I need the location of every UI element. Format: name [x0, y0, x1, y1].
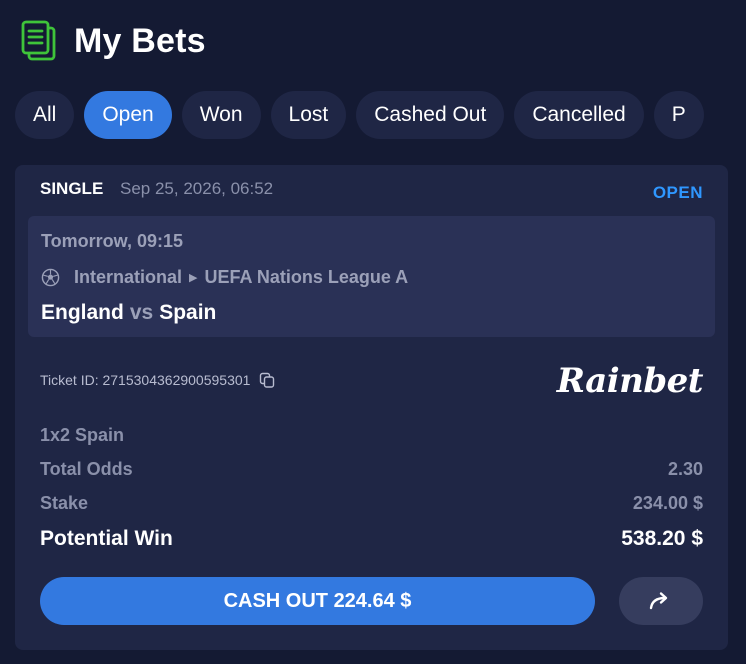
- page-header: My Bets: [20, 20, 206, 62]
- chevron-right-icon: ▶: [189, 272, 198, 284]
- event-teams: England vs Spain: [41, 301, 216, 325]
- bet-filter-tabs: All Open Won Lost Cashed Out Cancelled P: [15, 91, 704, 139]
- away-team: Spain: [159, 301, 217, 324]
- total-odds-row: Total Odds 2.30: [40, 459, 703, 480]
- stake-value: 234.00 $: [632, 493, 703, 513]
- ticket-id-label: Ticket ID: 2715304362900595301: [40, 372, 251, 388]
- stake-label: Stake: [40, 493, 89, 513]
- potential-win-value: 538.20 $: [621, 527, 703, 550]
- total-odds-value: 2.30: [667, 459, 703, 479]
- bet-type: SINGLE: [40, 179, 104, 198]
- home-team: England: [41, 301, 124, 324]
- page-title: My Bets: [74, 21, 206, 60]
- potential-win-row: Potential Win 538.20 $: [40, 527, 703, 551]
- event-league: UEFA Nations League A: [204, 267, 409, 287]
- bet-date: Sep 25, 2026, 06:52: [120, 179, 274, 198]
- bet-card-header: SINGLE Sep 25, 2026, 06:52 OPEN: [40, 179, 703, 205]
- tab-partial[interactable]: P: [653, 91, 704, 139]
- tab-won[interactable]: Won: [181, 91, 261, 139]
- vs-label: vs: [129, 301, 154, 324]
- event-panel[interactable]: Tomorrow, 09:15 International ▶ UEFA Nat…: [28, 216, 715, 337]
- status-badge: OPEN: [652, 183, 703, 202]
- total-odds-label: Total Odds: [40, 459, 133, 479]
- copy-icon[interactable]: [259, 372, 275, 388]
- bets-icon: [21, 20, 56, 61]
- tab-open[interactable]: Open: [84, 91, 172, 139]
- tab-all[interactable]: All: [15, 91, 75, 139]
- selection-label: 1x2 Spain: [40, 425, 125, 445]
- cash-out-button[interactable]: CASH OUT 224.64 $: [40, 577, 595, 625]
- tab-cashed-out[interactable]: Cashed Out: [356, 91, 505, 139]
- event-category: International: [74, 267, 183, 287]
- share-button[interactable]: [619, 577, 703, 625]
- bet-card: SINGLE Sep 25, 2026, 06:52 OPEN Tomorrow…: [15, 165, 728, 650]
- share-arrow-icon: [649, 592, 668, 610]
- soccer-ball-icon: [41, 268, 60, 287]
- tab-lost[interactable]: Lost: [270, 91, 347, 139]
- stake-row: Stake 234.00 $: [40, 493, 703, 514]
- rainbet-logo: Rainbet: [556, 361, 704, 401]
- event-breadcrumb: International ▶ UEFA Nations League A: [41, 267, 408, 288]
- tab-cancelled[interactable]: Cancelled: [514, 91, 644, 139]
- event-time: Tomorrow, 09:15: [41, 231, 184, 251]
- ticket-id: Ticket ID: 2715304362900595301: [40, 372, 275, 388]
- selection-row: 1x2 Spain: [40, 425, 703, 446]
- potential-win-label: Potential Win: [40, 527, 173, 550]
